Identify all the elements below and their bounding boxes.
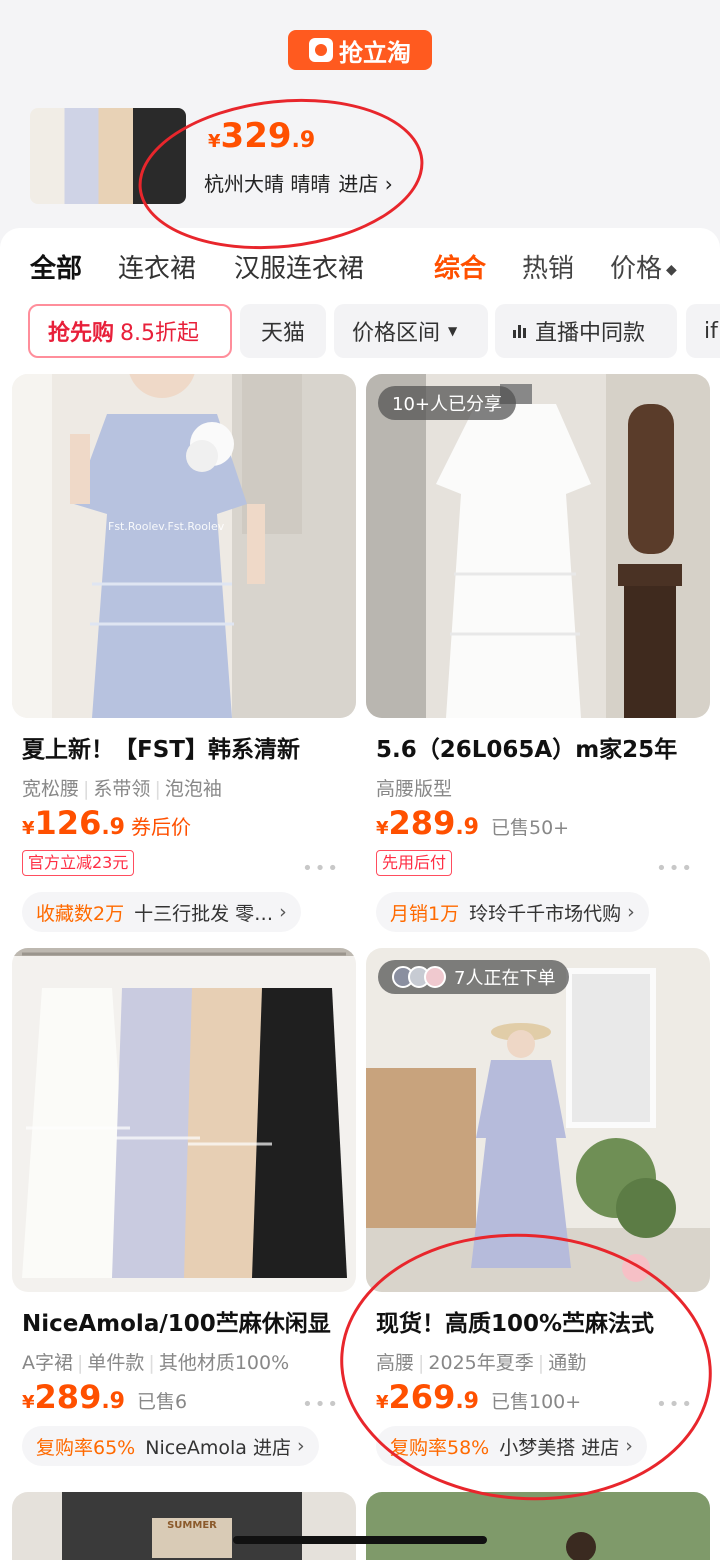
product-tags: A字裙 | 单件款 | 其他材质100% <box>22 1348 289 1375</box>
product-image[interactable] <box>12 948 356 1292</box>
filter-tmall[interactable]: 天猫 <box>240 304 326 358</box>
tag: A字裙 <box>22 1352 73 1374</box>
divider: | <box>154 778 161 800</box>
shop-name: NiceAmola 进店 <box>145 1436 291 1459</box>
filter-live-same[interactable]: 直播中同款 <box>495 304 677 358</box>
sort-price-label: 价格 <box>610 254 663 284</box>
tab-hanfu-dress[interactable]: 汉服连衣裙 <box>234 248 364 285</box>
live-bars-icon <box>513 324 527 338</box>
more-options-icon[interactable]: ••• <box>302 1394 340 1415</box>
price-integer: 126 <box>34 804 102 842</box>
tab-all[interactable]: 全部 <box>30 248 82 285</box>
chevron-right-icon: › <box>627 901 635 923</box>
dropdown-arrow-icon: ▼ <box>448 324 458 338</box>
shop-link[interactable]: 收藏数2万 十三行批发 零… › <box>22 892 301 932</box>
shop-stat: 月销1万 <box>390 902 460 925</box>
price-note: 券后价 <box>131 815 191 839</box>
sort-composite[interactable]: 综合 <box>434 248 486 285</box>
price-range-label: 价格区间 <box>352 321 441 346</box>
dress-photo <box>12 374 356 718</box>
product-tags: 宽松腰 | 系带领 | 泡泡袖 <box>22 774 222 801</box>
sold-count: 已售50+ <box>491 817 570 839</box>
top-bar: 抢立淘 <box>0 0 720 100</box>
divider: | <box>148 1352 155 1374</box>
logo-text: 抢立淘 <box>339 38 411 67</box>
divider: | <box>83 778 90 800</box>
dress-photo <box>366 374 710 718</box>
shop-name: 十三行批发 零… <box>134 902 274 925</box>
live-same-label: 直播中同款 <box>535 321 646 346</box>
shop-stat: 复购率65% <box>36 1436 136 1459</box>
tag: 泡泡袖 <box>164 778 222 800</box>
currency-symbol: ¥ <box>22 1392 35 1413</box>
image-watermark: Fst.Roolev.Fst.Roolev <box>108 520 225 533</box>
ordering-now-overlay: 7人正在下单 <box>378 960 570 994</box>
pay-later-badge: 先用后付 <box>376 850 453 876</box>
product-price: ¥289.9 已售50+ <box>376 804 569 842</box>
shop-name: 玲玲千千市场代购 <box>469 902 622 925</box>
more-options-icon[interactable]: ••• <box>656 858 694 879</box>
dresses-on-rack-photo <box>12 948 356 1292</box>
shop-stat: 收藏数2万 <box>36 902 125 925</box>
promo-chip[interactable]: 抢先购 8.5折起 <box>28 304 232 358</box>
sort-arrows-icon: ◆ <box>666 261 677 278</box>
product-price: ¥126.9 券后价 <box>22 804 191 842</box>
share-count-overlay: 10+人已分享 <box>378 386 516 420</box>
shop-link[interactable]: 复购率65% NiceAmola 进店 › <box>22 1426 319 1466</box>
product-card-peek[interactable]: SUMMER <box>12 1492 356 1560</box>
shop-link[interactable]: 月销1万 玲玲千千市场代购 › <box>376 892 649 932</box>
price-decimal: .9 <box>101 1389 125 1414</box>
tag: 宽松腰 <box>22 778 80 800</box>
sort-price[interactable]: 价格 ◆ <box>610 248 677 285</box>
price-integer: 289 <box>388 804 456 842</box>
chevron-right-icon: › <box>296 1435 305 1457</box>
more-options-icon[interactable]: ••• <box>302 858 340 879</box>
tag: 高腰版型 <box>376 778 453 800</box>
buyer-avatars <box>392 966 446 988</box>
home-indicator[interactable] <box>233 1536 487 1544</box>
product-tags: 高腰版型 <box>376 774 452 801</box>
price-decimal: .9 <box>101 815 125 840</box>
product-image[interactable]: Fst.Roolev.Fst.Roolev <box>12 374 356 718</box>
filter-more[interactable]: if <box>686 304 720 358</box>
ordering-now-text: 7人正在下单 <box>454 968 556 989</box>
product-price: ¥289.9 已售6 <box>22 1378 187 1416</box>
category-tabs: 全部 连衣裙 汉服连衣裙 综合 热销 价格 ◆ <box>0 248 720 288</box>
discount-badge: 官方立减23元 <box>22 850 135 876</box>
product-title[interactable]: NiceAmola/100苎麻休闲显 <box>22 1304 352 1338</box>
currency-symbol: ¥ <box>22 818 35 839</box>
promo-label: 抢先购 <box>48 321 115 346</box>
filter-price-range[interactable]: 价格区间 ▼ <box>334 304 488 358</box>
sort-hot[interactable]: 热销 <box>522 248 574 285</box>
divider: | <box>77 1352 84 1374</box>
tag: 其他材质100% <box>158 1352 290 1374</box>
price-integer: 289 <box>34 1378 102 1416</box>
camera-icon <box>309 38 333 62</box>
product-title[interactable]: 5.6（26L065A）m家25年 <box>376 730 706 764</box>
price-decimal: .9 <box>455 815 479 840</box>
promo-discount: 8.5折起 <box>120 321 200 346</box>
product-card-peek[interactable] <box>366 1492 710 1560</box>
product-title[interactable]: 夏上新！【FST】韩系清新 <box>22 730 352 764</box>
app-logo[interactable]: 抢立淘 <box>288 30 432 70</box>
currency-symbol: ¥ <box>376 818 389 839</box>
filter-bar: 抢先购 8.5折起 天猫 价格区间 ▼ 直播中同款 if <box>0 304 720 360</box>
product-image[interactable]: 10+人已分享 <box>366 374 710 718</box>
tag: 单件款 <box>87 1352 145 1374</box>
chevron-right-icon: › <box>279 901 287 923</box>
summer-sign: SUMMER <box>152 1518 232 1558</box>
tag: 系带领 <box>93 778 151 800</box>
sold-count: 已售6 <box>137 1391 188 1413</box>
tab-dress[interactable]: 连衣裙 <box>118 248 196 285</box>
